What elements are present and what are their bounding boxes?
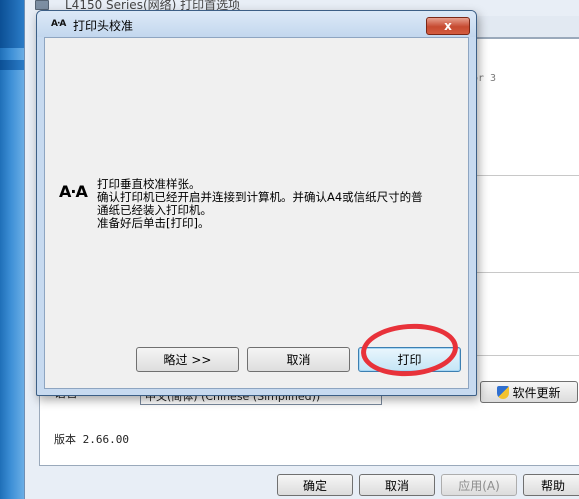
close-icon: x xyxy=(444,19,452,33)
instructions-text: 打印垂直校准样张。 确认打印机已经开启并连接到计算机。并确认A4或信纸尺寸的普 … xyxy=(97,178,452,230)
desktop-band xyxy=(0,60,24,70)
desktop-band xyxy=(0,0,24,48)
alignment-icon: A·A xyxy=(51,19,66,29)
print-head-alignment-dialog: A·A 打印头校准 x A·A 打印垂直校准样张。 确认打印机已经开启并连接到计… xyxy=(36,10,477,396)
close-button[interactable]: x xyxy=(426,17,470,35)
dialog-body: A·A 打印垂直校准样张。 确认打印机已经开启并连接到计算机。并确认A4或信纸尺… xyxy=(44,37,469,389)
instruction-line: 准备好后单击[打印]。 xyxy=(97,216,210,230)
skip-button[interactable]: 略过 >> xyxy=(136,347,239,372)
dialog-title: 打印头校准 xyxy=(73,19,134,33)
software-update-button[interactable]: 软件更新 xyxy=(480,381,578,403)
shield-icon xyxy=(497,385,510,399)
dialog-titlebar[interactable]: A·A 打印头校准 x xyxy=(37,11,476,37)
ok-button[interactable]: 确定 xyxy=(277,474,353,496)
help-button[interactable]: 帮助 xyxy=(523,474,579,496)
cancel-button[interactable]: 取消 xyxy=(247,347,350,372)
print-button[interactable]: 打印 xyxy=(358,347,461,372)
desktop-edge xyxy=(0,0,24,499)
background-cancel-button[interactable]: 取消 xyxy=(359,474,435,496)
version-text: 版本 2.66.00 xyxy=(54,433,129,446)
divider xyxy=(464,272,579,273)
divider xyxy=(464,175,579,176)
apply-button[interactable]: 应用(A) xyxy=(441,474,517,496)
software-update-label: 软件更新 xyxy=(512,385,561,400)
divider xyxy=(464,355,579,356)
alignment-icon: A·A xyxy=(59,182,88,201)
